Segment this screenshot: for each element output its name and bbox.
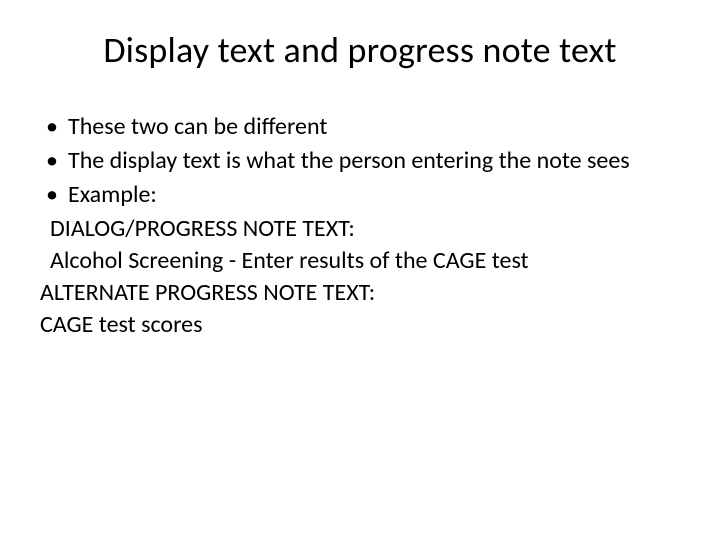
bullet-list: These two can be different The display t… <box>40 112 680 210</box>
example-line: CAGE test scores <box>40 310 680 340</box>
slide-title: Display text and progress note text <box>40 28 680 72</box>
example-line: Alcohol Screening - Enter results of the… <box>40 246 680 276</box>
slide: Display text and progress note text Thes… <box>0 0 720 540</box>
bullet-item: Example: <box>40 180 680 210</box>
example-line: DIALOG/PROGRESS NOTE TEXT: <box>40 214 680 244</box>
slide-body: These two can be different The display t… <box>40 112 680 340</box>
example-line: ALTERNATE PROGRESS NOTE TEXT: <box>40 278 680 308</box>
bullet-item: The display text is what the person ente… <box>40 146 680 176</box>
bullet-item: These two can be different <box>40 112 680 142</box>
